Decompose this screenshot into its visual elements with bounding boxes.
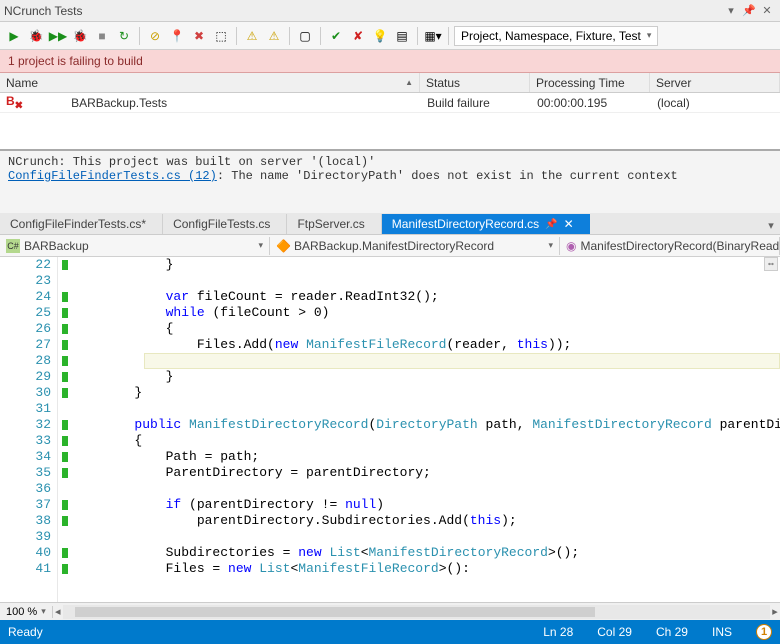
checkmark-icon[interactable]: ✔ bbox=[326, 26, 346, 46]
csharp-project-icon: C# bbox=[6, 239, 20, 253]
scroll-left-icon[interactable]: ◂ bbox=[53, 605, 63, 618]
column-status[interactable]: Status bbox=[420, 73, 530, 92]
list-icon[interactable]: ▤ bbox=[392, 26, 412, 46]
build-output-pane: NCrunch: This project was built on serve… bbox=[0, 149, 780, 213]
member-dropdown[interactable]: ◉ ManifestDirectoryRecord(BinaryReader r… bbox=[560, 237, 780, 255]
pin-icon[interactable]: 📌 bbox=[545, 219, 557, 230]
lightbulb-icon[interactable]: 💡 bbox=[370, 26, 390, 46]
error-file-link[interactable]: ConfigFileFinderTests.cs (12) bbox=[8, 169, 217, 183]
chevron-down-icon: ▾ bbox=[647, 30, 652, 41]
tab-configfiletests[interactable]: ConfigFileTests.cs bbox=[163, 214, 287, 234]
statusbar: Ready Ln 28 Col 29 Ch 29 INS 1 bbox=[0, 620, 780, 644]
project-dropdown[interactable]: C# BARBackup ▾ bbox=[0, 237, 270, 255]
table-row[interactable]: B✖ BARBackup.Tests Build failure 00:00:0… bbox=[0, 93, 780, 113]
ncrunch-toolbar: ▶ 🐞 ▶▶ 🐞 ■ ↻ ⊘ 📍 ✖ ⬚ ⚠ ⚠ ▢ ✔ ✘ 💡 ▤ ▦▾ Pr… bbox=[0, 22, 780, 50]
panel-menu-icon[interactable]: ▾ bbox=[722, 2, 740, 20]
warnings2-icon[interactable]: ⚠ bbox=[264, 26, 284, 46]
editor-footer: 100 % ▾ ◂ ▸ bbox=[0, 602, 780, 620]
column-server[interactable]: Server bbox=[650, 73, 780, 92]
row-name: BARBackup.Tests bbox=[65, 93, 421, 112]
row-server: (local) bbox=[651, 93, 780, 112]
separator bbox=[139, 27, 140, 45]
panel-close-icon[interactable]: ✕ bbox=[758, 2, 776, 20]
debug-selected-icon[interactable]: 🐞 bbox=[70, 26, 90, 46]
separator bbox=[417, 27, 418, 45]
row-time: 00:00:00.195 bbox=[531, 93, 651, 112]
code-editor[interactable]: ⇔ 22232425262728293031323334353637383940… bbox=[0, 257, 780, 602]
disable-icon[interactable]: ⊘ bbox=[145, 26, 165, 46]
tab-ftpserver[interactable]: FtpServer.cs bbox=[287, 214, 381, 234]
debug-icon[interactable]: 🐞 bbox=[26, 26, 46, 46]
grid-header: Name▲ Status Processing Time Server bbox=[0, 73, 780, 93]
column-time[interactable]: Processing Time bbox=[530, 73, 650, 92]
tab-manifestdirectoryrecord[interactable]: ManifestDirectoryRecord.cs 📌 ✕ bbox=[382, 214, 590, 234]
row-status: Build failure bbox=[421, 93, 531, 112]
status-col: Col 29 bbox=[597, 625, 632, 639]
tab-configfilefindertests[interactable]: ConfigFileFinderTests.cs* bbox=[0, 214, 163, 234]
class-icon: 🔶 bbox=[276, 239, 290, 253]
horizontal-scrollbar[interactable] bbox=[63, 605, 770, 619]
status-ch: Ch 29 bbox=[656, 625, 688, 639]
separator bbox=[236, 27, 237, 45]
status-ins: INS bbox=[712, 625, 732, 639]
separator bbox=[320, 27, 321, 45]
close-icon[interactable]: ✕ bbox=[564, 218, 574, 230]
coverage-icon[interactable]: ⬚ bbox=[211, 26, 231, 46]
red-x-icon[interactable]: ✘ bbox=[348, 26, 368, 46]
code-content[interactable]: } var fileCount = reader.ReadInt32(); wh… bbox=[72, 257, 780, 602]
scrollbar-thumb[interactable] bbox=[75, 607, 595, 617]
panel-pin-icon[interactable]: 📌 bbox=[740, 2, 758, 20]
warning-bar: 1 project is failing to build bbox=[0, 50, 780, 73]
warnings-icon[interactable]: ⚠ bbox=[242, 26, 262, 46]
grid-body: B✖ BARBackup.Tests Build failure 00:00:0… bbox=[0, 93, 780, 149]
chevron-down-icon: ▾ bbox=[258, 240, 263, 251]
separator bbox=[448, 27, 449, 45]
notification-badge[interactable]: 1 bbox=[756, 624, 772, 640]
scroll-right-icon[interactable]: ▸ bbox=[770, 605, 780, 618]
editor-tabs: ConfigFileFinderTests.cs* ConfigFileTest… bbox=[0, 213, 780, 235]
column-name[interactable]: Name▲ bbox=[0, 73, 420, 92]
grouping-label: Project, Namespace, Fixture, Test bbox=[461, 29, 641, 43]
unpin-icon[interactable]: ✖ bbox=[189, 26, 209, 46]
zoom-dropdown[interactable]: 100 % ▾ bbox=[0, 606, 53, 618]
run-selected-icon[interactable]: ▶▶ bbox=[48, 26, 68, 46]
coverage-margin bbox=[58, 257, 72, 602]
status-ready: Ready bbox=[8, 625, 43, 639]
status-line: Ln 28 bbox=[543, 625, 573, 639]
coverage-indicator-icon[interactable]: ▢ bbox=[295, 26, 315, 46]
tab-overflow-icon[interactable]: ▾ bbox=[762, 216, 780, 234]
build-failure-icon: B✖ bbox=[0, 93, 29, 112]
sort-asc-icon: ▲ bbox=[405, 78, 413, 87]
panel-title: NCrunch Tests bbox=[4, 4, 722, 18]
pin-test-icon[interactable]: 📍 bbox=[167, 26, 187, 46]
chevron-down-icon: ▾ bbox=[548, 240, 553, 251]
line-number-gutter: 2223242526272829303132333435363738394041 bbox=[0, 257, 58, 602]
editor-nav-bar: C# BARBackup ▾ 🔶 BARBackup.ManifestDirec… bbox=[0, 235, 780, 257]
reload-icon[interactable]: ↻ bbox=[114, 26, 134, 46]
grouping-dropdown[interactable]: Project, Namespace, Fixture, Test ▾ bbox=[454, 26, 658, 46]
stop-icon[interactable]: ■ bbox=[92, 26, 112, 46]
ncrunch-panel-header: NCrunch Tests ▾ 📌 ✕ bbox=[0, 0, 780, 22]
method-icon: ◉ bbox=[566, 239, 576, 253]
separator bbox=[289, 27, 290, 45]
run-all-icon[interactable]: ▶ bbox=[4, 26, 24, 46]
class-dropdown[interactable]: 🔶 BARBackup.ManifestDirectoryRecord ▾ bbox=[270, 237, 560, 255]
view-icon[interactable]: ▦▾ bbox=[423, 26, 443, 46]
chevron-down-icon: ▾ bbox=[41, 606, 46, 617]
